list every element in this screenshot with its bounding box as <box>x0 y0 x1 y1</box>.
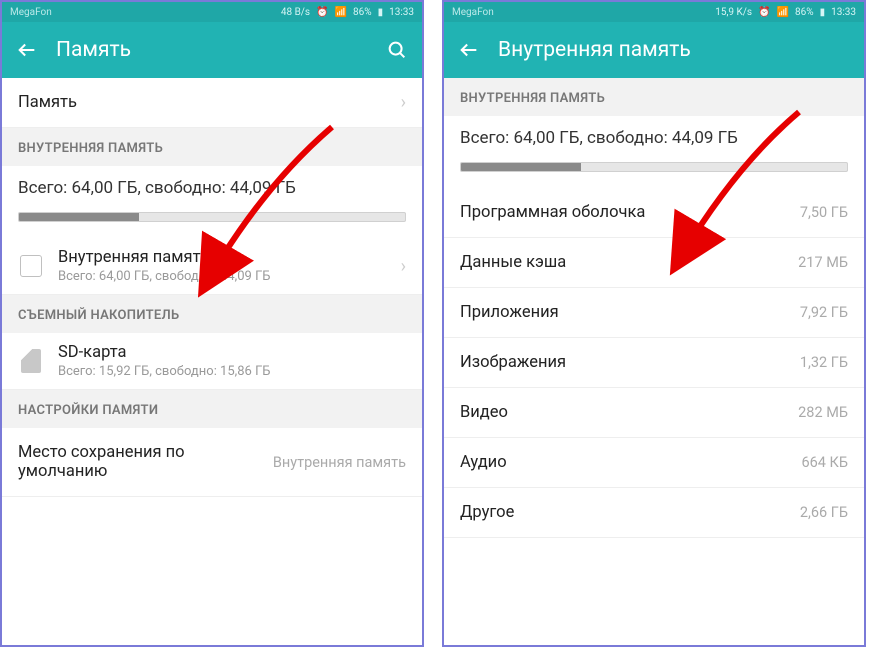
status-bar: MegaFon 15,9 K/s ⏰ 📶 86% ▮ 13:33 <box>444 2 864 22</box>
time-label: 13:33 <box>831 7 856 18</box>
storage-item-value: 7,50 ГБ <box>800 204 848 221</box>
header-title: Память <box>56 38 386 62</box>
storage-item-row[interactable]: Данные кэша 217 МБ <box>444 238 864 288</box>
carrier-label: MegaFon <box>10 7 52 18</box>
progress-fill <box>19 213 139 221</box>
left-screenshot: MegaFon 48 B/s ⏰ 📶 86% ▮ 13:33 Память Па… <box>0 0 424 647</box>
sd-card-icon <box>18 348 44 374</box>
storage-item-label: Аудио <box>460 453 507 472</box>
default-loc-value: Внутренняя память <box>273 454 406 471</box>
speed-label: 15,9 K/s <box>715 7 752 18</box>
storage-item-label: Другое <box>460 503 514 522</box>
battery-icon: ▮ <box>820 7 826 18</box>
app-header: Внутренняя память <box>444 22 864 78</box>
storage-item-row[interactable]: Изображения 1,32 ГБ <box>444 338 864 388</box>
storage-item-row[interactable]: Видео 282 МБ <box>444 388 864 438</box>
storage-progress <box>18 212 406 222</box>
storage-progress <box>460 162 848 172</box>
sd-card-row[interactable]: SD-карта Всего: 15,92 ГБ, свободно: 15,8… <box>2 333 422 390</box>
storage-item-value: 7,92 ГБ <box>800 304 848 321</box>
storage-item-value: 664 КБ <box>801 454 848 471</box>
chip-icon <box>18 253 44 279</box>
storage-item-row[interactable]: Аудио 664 КБ <box>444 438 864 488</box>
storage-item-label: Изображения <box>460 353 566 372</box>
storage-item-label: Видео <box>460 403 508 422</box>
app-header: Память <box>2 22 422 78</box>
default-location-row[interactable]: Место сохранения по умолчанию Внутренняя… <box>2 428 422 497</box>
storage-item-value: 217 МБ <box>798 254 848 271</box>
chevron-right-icon: › <box>401 92 406 113</box>
storage-summary: Всего: 64,00 ГБ, свободно: 44,09 ГБ <box>2 166 422 198</box>
battery-label: 86% <box>353 7 372 18</box>
speed-label: 48 B/s <box>281 7 310 18</box>
header-title: Внутренняя память <box>498 38 850 62</box>
storage-item-row[interactable]: Программная оболочка 7,50 ГБ <box>444 188 864 238</box>
section-removable: СЪЕМНЫЙ НАКОПИТЕЛЬ <box>2 295 422 333</box>
storage-summary: Всего: 64,00 ГБ, свободно: 44,09 ГБ <box>444 116 864 148</box>
back-button[interactable] <box>458 39 480 61</box>
storage-item-value: 2,66 ГБ <box>800 504 848 521</box>
search-button[interactable] <box>386 39 408 61</box>
internal-title: Внутренняя память <box>58 248 401 267</box>
battery-icon: ▮ <box>378 7 384 18</box>
section-internal: ВНУТРЕННЯЯ ПАМЯТЬ <box>2 128 422 166</box>
sd-title: SD-карта <box>58 343 406 362</box>
storage-item-label: Программная оболочка <box>460 203 645 222</box>
carrier-label: MegaFon <box>452 7 494 18</box>
default-loc-label: Место сохранения по умолчанию <box>18 443 251 481</box>
section-settings: НАСТРОЙКИ ПАМЯТИ <box>2 390 422 428</box>
storage-item-value: 1,32 ГБ <box>800 354 848 371</box>
storage-item-row[interactable]: Другое 2,66 ГБ <box>444 488 864 538</box>
chevron-right-icon: › <box>401 256 406 277</box>
sd-sub: Всего: 15,92 ГБ, свободно: 15,86 ГБ <box>58 364 406 379</box>
wifi-icon: 📶 <box>777 7 789 18</box>
storage-item-value: 282 МБ <box>798 404 848 421</box>
wifi-icon: 📶 <box>335 7 347 18</box>
internal-storage-row[interactable]: Внутренняя память Всего: 64,00 ГБ, свобо… <box>2 238 422 295</box>
alarm-icon: ⏰ <box>316 7 328 18</box>
internal-sub: Всего: 64,00 ГБ, свободно: 44,09 ГБ <box>58 269 401 284</box>
battery-label: 86% <box>795 7 814 18</box>
memory-label: Память <box>18 93 401 112</box>
storage-item-label: Приложения <box>460 303 559 322</box>
progress-fill <box>461 163 581 171</box>
storage-item-label: Данные кэша <box>460 253 566 272</box>
back-button[interactable] <box>16 39 38 61</box>
storage-item-row[interactable]: Приложения 7,92 ГБ <box>444 288 864 338</box>
alarm-icon: ⏰ <box>758 7 770 18</box>
right-screenshot: MegaFon 15,9 K/s ⏰ 📶 86% ▮ 13:33 Внутрен… <box>442 0 866 647</box>
memory-row[interactable]: Память › <box>2 78 422 128</box>
time-label: 13:33 <box>389 7 414 18</box>
status-bar: MegaFon 48 B/s ⏰ 📶 86% ▮ 13:33 <box>2 2 422 22</box>
section-internal: ВНУТРЕННЯЯ ПАМЯТЬ <box>444 78 864 116</box>
